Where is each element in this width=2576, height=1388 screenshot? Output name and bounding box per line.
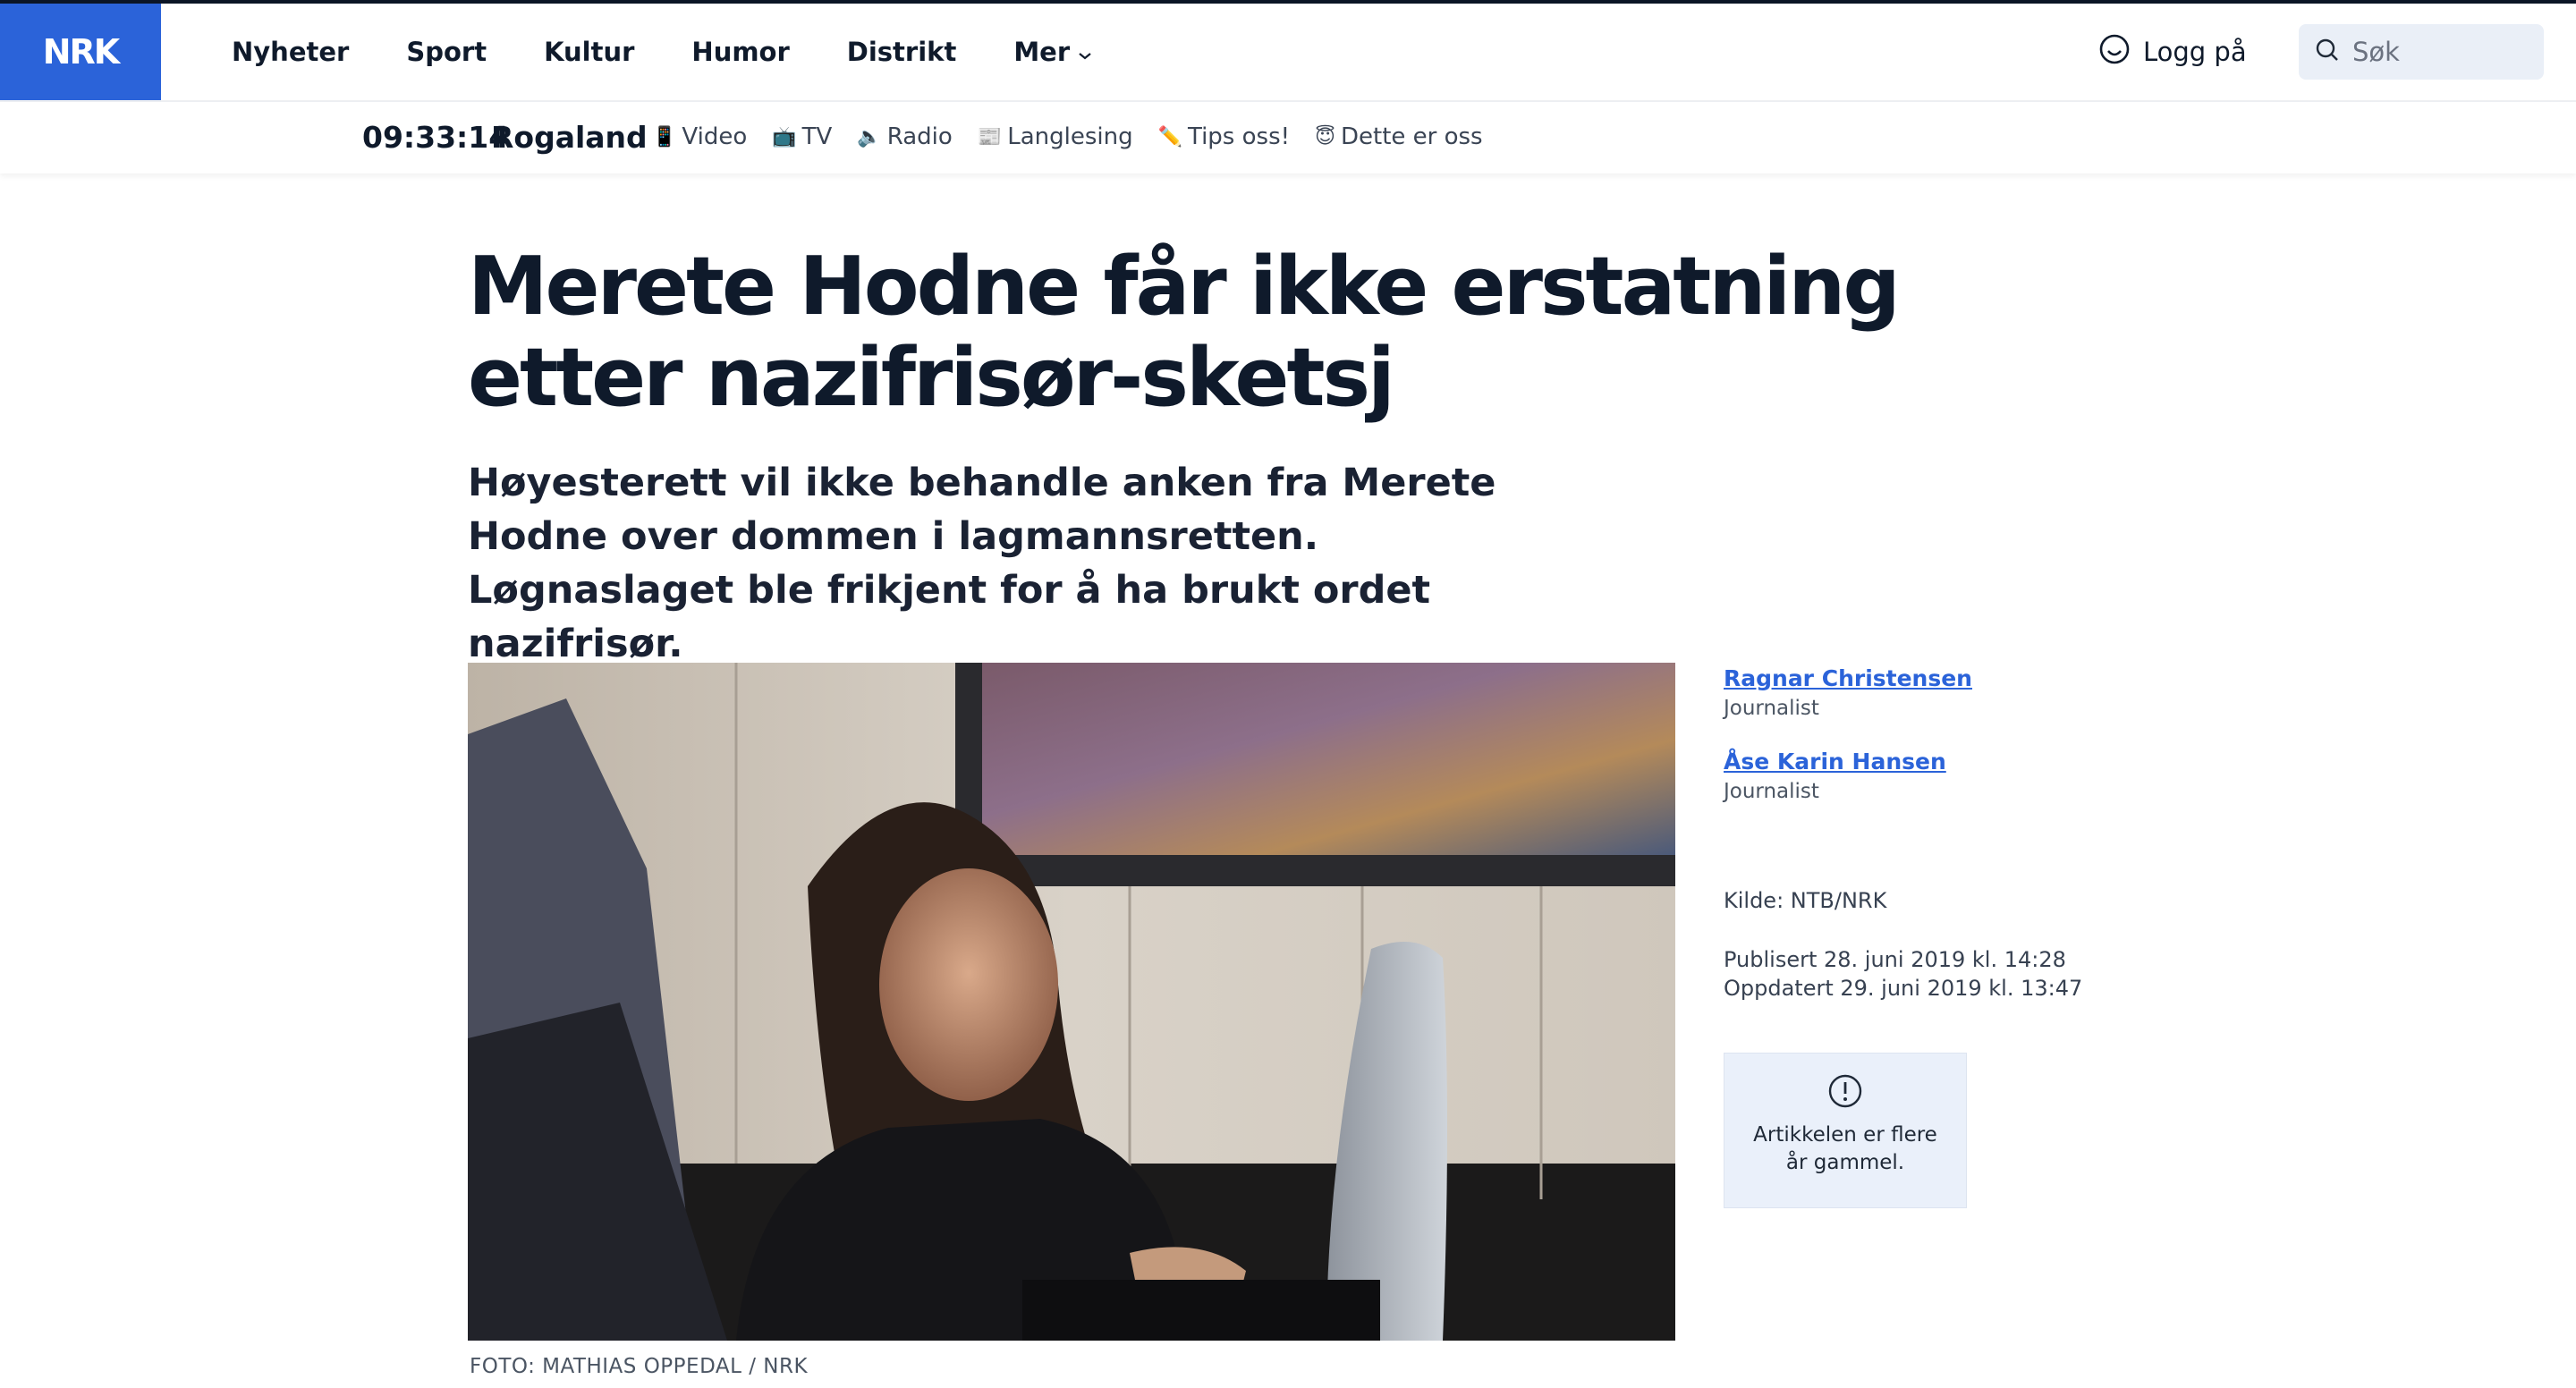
author-link[interactable]: Ragnar Christensen [1724,665,1972,691]
main-header: NRK Nyheter Sport Kultur Humor Distrikt … [0,4,2576,102]
photo-caption: FOTO: MATHIAS OPPEDAL / NRK [470,1355,809,1378]
sublink-label: Dette er oss [1340,123,1483,150]
nav-item-sport[interactable]: Sport [406,37,487,67]
nav-item-nyheter[interactable]: Nyheter [232,37,349,67]
nav-item-distrikt[interactable]: Distrikt [847,37,957,67]
svg-text:NRK: NRK [43,34,122,70]
chevron-down-icon [1077,37,1093,67]
nav-item-mer[interactable]: Mer [1013,37,1093,67]
search-box[interactable] [2299,24,2544,80]
sublink-label: Video [682,123,748,150]
newspaper-icon: 📰 [977,125,1003,148]
sublink-label: Langlesing [1007,123,1133,150]
author-link[interactable]: Åse Karin Hansen [1724,749,1946,774]
article-source: Kilde: NTB/NRK [1724,888,1887,913]
smiley-icon [2098,33,2131,72]
main-nav: Nyheter Sport Kultur Humor Distrikt Mer [232,4,1150,100]
nav-item-kultur[interactable]: Kultur [544,37,634,67]
sublink-radio[interactable]: 🔈 Radio [857,123,952,150]
mobile-phone-icon: 📱 [652,125,677,148]
nrk-logo[interactable]: NRK [0,4,161,100]
speaker-icon: 🔈 [857,125,882,148]
article-lead: Høyesterett vil ikke behandle anken fra … [468,461,1496,666]
exclamation-icon [1827,1073,1863,1113]
nav-item-mer-label: Mer [1013,37,1071,67]
nrk-logo-icon: NRK [43,34,123,70]
author-2: Åse Karin Hansen Journalist [1724,749,1946,803]
login-button[interactable]: Logg på [2098,34,2247,70]
sublink-label: TV [801,123,833,150]
published-date: Publisert 28. juni 2019 kl. 14:28 [1724,947,2066,972]
sub-header: 09:33:14 Rogaland 📱 Video 📺 TV 🔈 Radio 📰 Lan… [0,102,2576,174]
author-role: Journalist [1724,697,1819,720]
sublink-dette-er-oss[interactable]: 😇 Dette er oss [1315,123,1483,150]
author-1: Ragnar Christensen Journalist [1724,665,1972,720]
old-article-notice: Artikkelen er flere år gammel. [1724,1053,1967,1208]
sublink-tv[interactable]: 📺 TV [772,123,832,150]
clock: 09:33:14 [362,120,510,155]
sublink-label: Radio [886,123,953,150]
article-photo[interactable] [468,663,1675,1341]
nav-item-humor[interactable]: Humor [691,37,789,67]
search-icon [2315,38,2340,66]
halo-smiley-icon: 😇 [1315,125,1335,148]
sublink-video[interactable]: 📱 Video [652,123,747,150]
sub-links: 📱 Video 📺 TV 🔈 Radio 📰 Langlesing ✏️ Tips oss… [652,123,1508,150]
old-article-notice-text: Artikkelen er flere år gammel. [1753,1123,1937,1174]
tv-icon: 📺 [772,125,797,148]
region-link[interactable]: Rogaland [491,120,648,155]
sublink-label: Tips oss! [1188,123,1291,150]
updated-date: Oppdatert 29. juni 2019 kl. 13:47 [1724,976,2083,1001]
article-title: Merete Hodne får ikke erstatning etter n… [468,240,1901,425]
pencil-icon: ✏️ [1157,125,1182,148]
search-input[interactable] [2351,36,2533,68]
sublink-tips[interactable]: ✏️ Tips oss! [1158,123,1290,150]
sublink-langlesing[interactable]: 📰 Langlesing [978,123,1133,150]
article-photo-image [468,663,1675,1341]
author-role: Journalist [1724,780,1819,803]
login-label: Logg på [2143,37,2247,67]
